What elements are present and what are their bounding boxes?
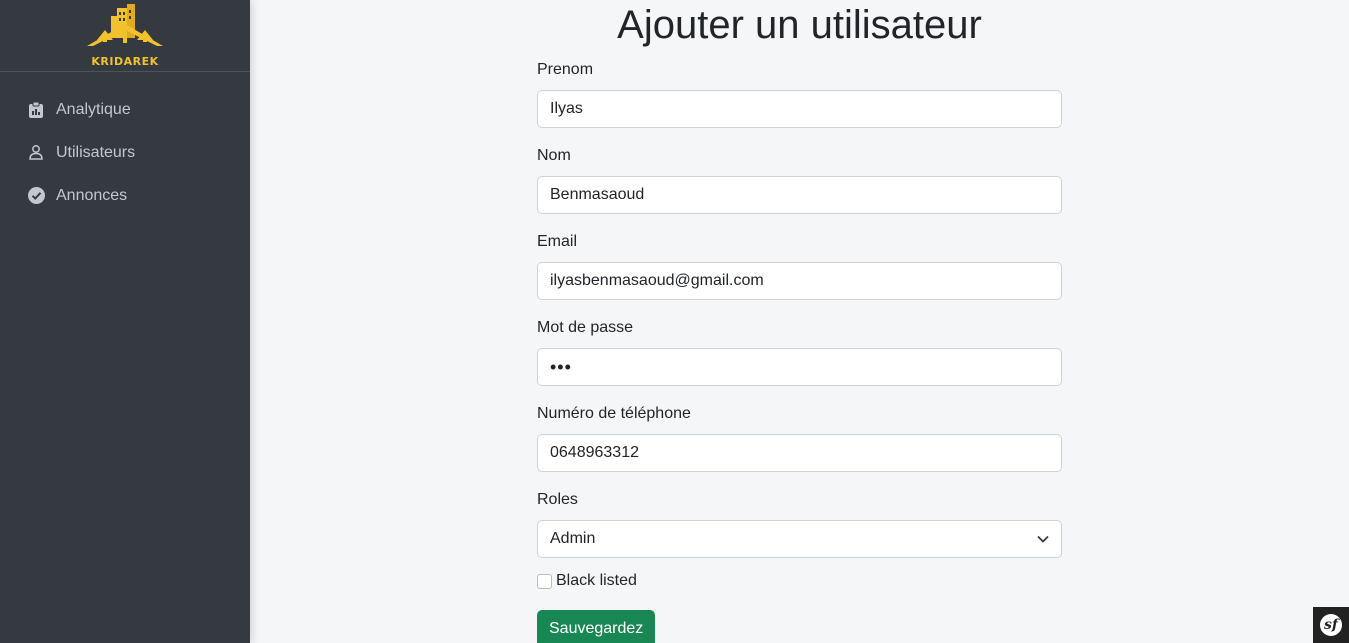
chevron-down-icon <box>1037 530 1049 548</box>
roles-select[interactable]: Admin <box>537 520 1062 558</box>
roles-selected-value: Admin <box>550 530 596 547</box>
blacklisted-row: Black listed <box>537 566 1062 596</box>
sidebar-item-annonces[interactable]: Annonces <box>0 174 250 217</box>
phone-value: 0648963312 <box>550 444 639 461</box>
sidebar-nav: Analytique Utilisateurs Annonces <box>0 88 250 217</box>
nom-field-group: Nom Benmasaoud <box>537 146 1062 232</box>
symfony-icon: sf <box>1320 614 1342 636</box>
phone-label: Numéro de téléphone <box>537 405 691 422</box>
roles-field-group: Roles Admin <box>537 490 1062 576</box>
user-icon <box>27 144 45 162</box>
email-label: Email <box>537 233 578 250</box>
email-field-group: Email ilyasbenmasaoud@gmail.com <box>537 232 1062 318</box>
prenom-input[interactable]: Ilyas <box>537 90 1062 128</box>
brand-logo[interactable]: KRIDAREK <box>83 2 167 70</box>
save-button[interactable]: Sauvegardez <box>537 610 656 643</box>
symfony-toolbar-toggle[interactable]: sf <box>1313 607 1349 643</box>
add-user-form: Prenom Ilyas Nom Benmasaoud Email ilyasb… <box>537 60 1062 643</box>
roles-label: Roles <box>537 491 578 508</box>
check-circle-icon <box>27 187 45 205</box>
email-value: ilyasbenmasaoud@gmail.com <box>550 272 764 289</box>
clipboard-icon <box>27 101 45 119</box>
password-field-group: Mot de passe ••• <box>537 318 1062 404</box>
password-input[interactable]: ••• <box>537 348 1062 386</box>
sidebar-item-label: Annonces <box>56 186 128 204</box>
sidebar-item-utilisateurs[interactable]: Utilisateurs <box>0 131 250 174</box>
prenom-value: Ilyas <box>550 100 583 117</box>
page-title: Ajouter un utilisateur <box>617 3 982 47</box>
nom-value: Benmasaoud <box>550 186 645 203</box>
main-content: Ajouter un utilisateur Prenom Ilyas Nom … <box>250 0 1349 643</box>
sidebar: KRIDAREK Analytique Utilisateurs Annonce… <box>0 0 250 643</box>
prenom-label: Prenom <box>537 61 594 78</box>
password-label: Mot de passe <box>537 319 634 336</box>
nom-label: Nom <box>537 147 571 164</box>
phone-input[interactable]: 0648963312 <box>537 434 1062 472</box>
prenom-field-group: Prenom Ilyas <box>537 60 1062 146</box>
sidebar-item-analytique[interactable]: Analytique <box>0 88 250 131</box>
sidebar-item-label: Utilisateurs <box>56 143 136 161</box>
brand-name: KRIDAREK <box>91 54 159 68</box>
blacklisted-label[interactable]: Black listed <box>556 572 637 590</box>
password-value: ••• <box>550 356 572 377</box>
blacklisted-checkbox[interactable] <box>537 573 552 589</box>
brand[interactable]: KRIDAREK <box>0 0 250 72</box>
email-input[interactable]: ilyasbenmasaoud@gmail.com <box>537 262 1062 300</box>
nom-input[interactable]: Benmasaoud <box>537 176 1062 214</box>
phone-field-group: Numéro de téléphone 0648963312 <box>537 404 1062 490</box>
sidebar-item-label: Analytique <box>56 100 131 118</box>
